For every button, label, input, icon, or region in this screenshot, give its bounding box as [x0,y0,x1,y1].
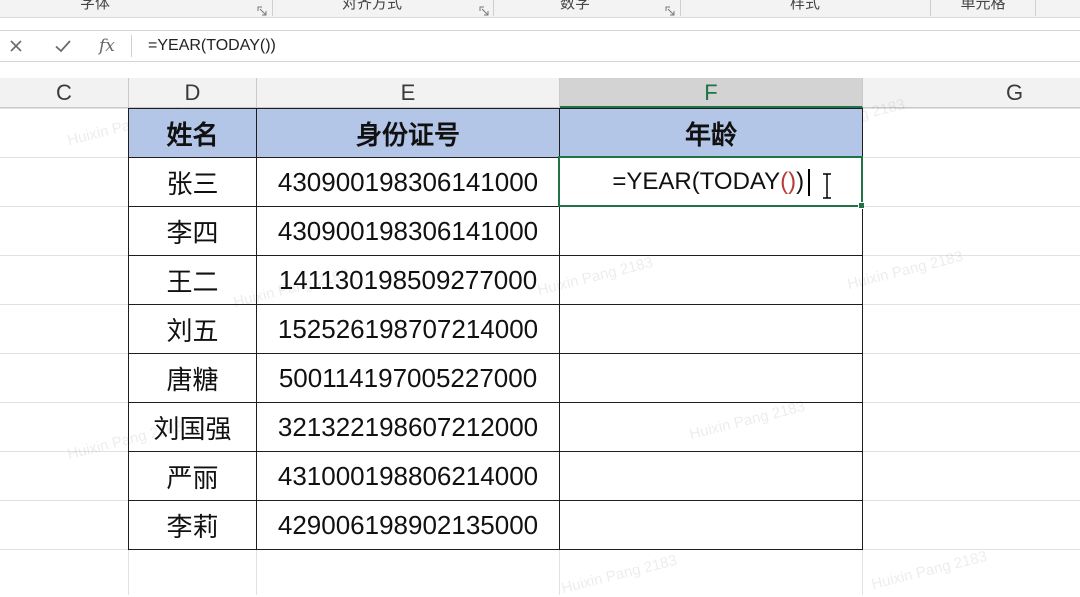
age-cell[interactable] [560,354,863,403]
dialog-launcher-icon[interactable] [257,3,267,16]
formula-bar-divider [131,35,132,57]
check-icon[interactable] [54,39,72,53]
close-icon[interactable] [9,39,23,53]
age-cell[interactable] [560,403,863,452]
insert-function-icon[interactable]: fx [99,34,115,58]
ribbon-group-cells-label: 单元格 [960,0,1006,12]
ribbon-separator [930,0,931,16]
name-cell[interactable]: 王二 [129,256,257,305]
ribbon-group-font-label: 字体 [79,0,111,12]
ribbon-group-labels: 字体 对齐方式 数字 样式 单元格 [0,0,1080,18]
age-cell[interactable] [560,207,863,256]
id-cell[interactable]: 152526198707214000 [257,305,560,354]
id-cell[interactable]: 321322198607212000 [257,403,560,452]
name-cell[interactable]: 刘国强 [129,403,257,452]
dialog-launcher-icon[interactable] [479,3,489,16]
age-cell[interactable] [560,501,863,550]
formula-input[interactable]: =YEAR(TODAY()) [148,31,276,61]
id-cell[interactable]: 429006198902135000 [257,501,560,550]
name-cell[interactable]: 严丽 [129,452,257,501]
header-cell-age[interactable]: 年龄 [560,109,863,158]
age-cell[interactable] [560,452,863,501]
ibeam-cursor-icon [820,172,834,200]
ribbon-separator [493,0,494,16]
fill-handle[interactable] [858,202,865,209]
name-cell[interactable]: 李四 [129,207,257,256]
header-cell-name[interactable]: 姓名 [129,109,257,158]
id-cell[interactable]: 430900198306141000 [257,158,560,207]
formula-bar: fx =YEAR(TODAY()) [0,30,1080,62]
name-cell[interactable]: 刘五 [129,305,257,354]
column-header-c[interactable]: C [0,78,129,108]
watermark: Huixin Pang 2183 [559,551,679,597]
active-cell-border [558,156,863,207]
column-header-row: C D E F G [0,78,1080,108]
name-cell[interactable]: 唐糖 [129,354,257,403]
id-cell[interactable]: 430900198306141000 [257,207,560,256]
ribbon-group-alignment-label: 对齐方式 [341,0,403,12]
ribbon-separator [680,0,681,16]
age-cell[interactable] [560,256,863,305]
id-cell[interactable]: 431000198806214000 [257,452,560,501]
ribbon-separator [272,0,273,16]
column-header-d[interactable]: D [129,78,257,108]
id-cell[interactable]: 141130198509277000 [257,256,560,305]
watermark: Huixin Pang 2183 [869,547,989,594]
name-cell[interactable]: 李莉 [129,501,257,550]
age-cell[interactable] [560,305,863,354]
column-header-g[interactable]: G [863,78,1080,108]
name-cell[interactable]: 张三 [129,158,257,207]
ribbon-group-number-label: 数字 [559,0,591,12]
ribbon-group-styles-label: 样式 [789,0,821,12]
ribbon-separator [1035,0,1036,16]
header-cell-id[interactable]: 身份证号 [257,109,560,158]
column-header-e[interactable]: E [257,78,560,108]
id-cell[interactable]: 500114197005227000 [257,354,560,403]
column-header-f[interactable]: F [560,78,863,108]
dialog-launcher-icon[interactable] [665,3,675,16]
